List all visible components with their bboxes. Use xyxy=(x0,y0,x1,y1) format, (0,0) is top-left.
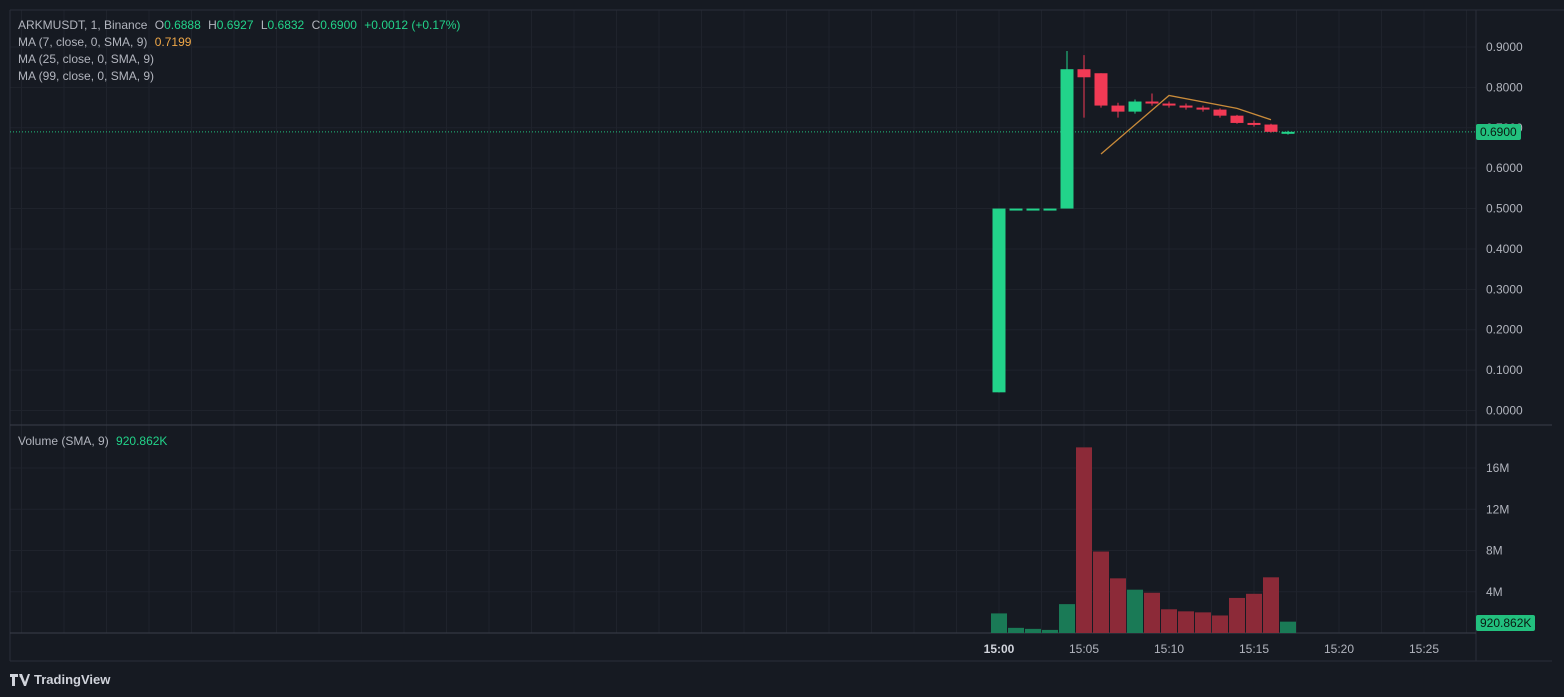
candle-body xyxy=(1247,122,1261,125)
ma7-row[interactable]: MA (7, close, 0, SMA, 9) 0.7199 xyxy=(18,34,464,51)
candle-body xyxy=(1128,101,1142,112)
close-value: 0.6900 xyxy=(320,18,357,32)
time-tick-label: 15:20 xyxy=(1324,642,1354,656)
price-tick-label: 0.5000 xyxy=(1486,202,1523,216)
chart-canvas[interactable]: 0.90000.80000.70000.60000.50000.40000.30… xyxy=(0,0,1564,697)
candle-body xyxy=(1230,115,1244,123)
low-label: L xyxy=(260,18,268,32)
candle-body xyxy=(1264,124,1278,132)
high-label: H xyxy=(208,18,217,32)
ma99-row[interactable]: MA (99, close, 0, SMA, 9) xyxy=(18,68,464,85)
ma99-label: MA (99, close, 0, SMA, 9) xyxy=(18,69,155,83)
volume-value: 920.862K xyxy=(116,434,168,448)
close-label: C xyxy=(311,18,321,32)
volume-bar xyxy=(1246,593,1262,633)
volume-bar xyxy=(991,613,1007,633)
volume-label: Volume (SMA, 9) xyxy=(18,434,109,448)
volume-tick-label: 8M xyxy=(1486,544,1503,558)
volume-bar xyxy=(1008,627,1024,633)
main-legend: ARKMUSDT, 1, Binance O0.6888 H0.6927 L0.… xyxy=(18,17,464,85)
time-tick-label: 15:15 xyxy=(1239,642,1269,656)
volume-bar xyxy=(1059,604,1075,633)
ma7-value: 0.7199 xyxy=(154,35,192,49)
volume-bar xyxy=(1178,611,1194,633)
candle-body xyxy=(1179,105,1193,108)
candle-body xyxy=(1281,131,1295,134)
volume-bar xyxy=(1144,592,1160,633)
volume-bar xyxy=(1127,589,1143,633)
ma7-label: MA (7, close, 0, SMA, 9) xyxy=(18,35,148,49)
candle-body xyxy=(1162,103,1176,106)
time-tick-label: 15:10 xyxy=(1154,642,1184,656)
time-tick-label: 15:25 xyxy=(1409,642,1439,656)
symbol-label[interactable]: ARKMUSDT, 1, Binance xyxy=(18,18,147,32)
candle xyxy=(1264,123,1278,133)
candle xyxy=(1026,208,1040,211)
ohlc-row: ARKMUSDT, 1, Binance O0.6888 H0.6927 L0.… xyxy=(18,17,464,34)
price-tick-label: 0.3000 xyxy=(1486,282,1523,296)
candle xyxy=(1094,73,1108,108)
candle-body xyxy=(1043,208,1057,211)
tradingview-logo[interactable]: TradingView xyxy=(10,672,110,687)
volume-bar xyxy=(1280,621,1296,633)
candle-body xyxy=(1094,73,1108,106)
price-tick-label: 0.2000 xyxy=(1486,323,1523,337)
candle-body xyxy=(1060,69,1074,209)
ma25-label: MA (25, close, 0, SMA, 9) xyxy=(18,52,155,66)
volume-bar xyxy=(1042,629,1058,633)
volume-bar xyxy=(1093,551,1109,633)
volume-bar xyxy=(1161,609,1177,633)
ma25-row[interactable]: MA (25, close, 0, SMA, 9) xyxy=(18,51,464,68)
time-tick-label: 15:00 xyxy=(984,642,1015,656)
candle-body xyxy=(1009,208,1023,211)
volume-legend[interactable]: Volume (SMA, 9) 920.862K xyxy=(18,433,171,450)
candle-body xyxy=(1213,109,1227,116)
last-price-tag: 0.6900 xyxy=(1476,124,1521,140)
candle-body xyxy=(1145,101,1159,104)
price-tick-label: 0.0000 xyxy=(1486,404,1523,418)
tradingview-icon xyxy=(10,673,30,686)
volume-bar xyxy=(1110,578,1126,633)
volume-tick-label: 16M xyxy=(1486,461,1509,475)
price-tick-label: 0.8000 xyxy=(1486,80,1523,94)
candle xyxy=(1128,99,1142,114)
volume-bar xyxy=(1195,612,1211,633)
candle xyxy=(992,208,1006,393)
open-label: O xyxy=(154,18,165,32)
candle xyxy=(1060,51,1074,209)
candle-body xyxy=(992,208,1006,393)
price-tick-label: 0.9000 xyxy=(1486,40,1523,54)
volume-bar xyxy=(1025,628,1041,633)
candle xyxy=(1043,208,1057,211)
candle xyxy=(1230,114,1244,124)
time-tick-label: 15:05 xyxy=(1069,642,1099,656)
volume-tag: 920.862K xyxy=(1476,615,1536,631)
volume-bar xyxy=(1212,615,1228,633)
candle-body xyxy=(1111,105,1125,112)
brand-text: TradingView xyxy=(34,672,111,687)
change-value: +0.0012 (+0.17%) xyxy=(364,18,461,32)
volume-bar xyxy=(1263,577,1279,633)
candle-body xyxy=(1026,208,1040,211)
high-value: 0.6927 xyxy=(216,18,254,32)
price-tick-label: 0.6000 xyxy=(1486,161,1523,175)
low-value: 0.6832 xyxy=(267,18,305,32)
volume-tick-label: 4M xyxy=(1486,585,1503,599)
candle-body xyxy=(1196,107,1210,110)
price-tick-label: 0.1000 xyxy=(1486,363,1523,377)
candle-body xyxy=(1077,69,1091,78)
candle xyxy=(1009,208,1023,211)
volume-bar xyxy=(1076,447,1092,633)
volume-bar xyxy=(1229,597,1245,633)
open-value: 0.6888 xyxy=(164,18,201,32)
price-tick-label: 0.4000 xyxy=(1486,242,1523,256)
volume-tick-label: 12M xyxy=(1486,502,1509,516)
